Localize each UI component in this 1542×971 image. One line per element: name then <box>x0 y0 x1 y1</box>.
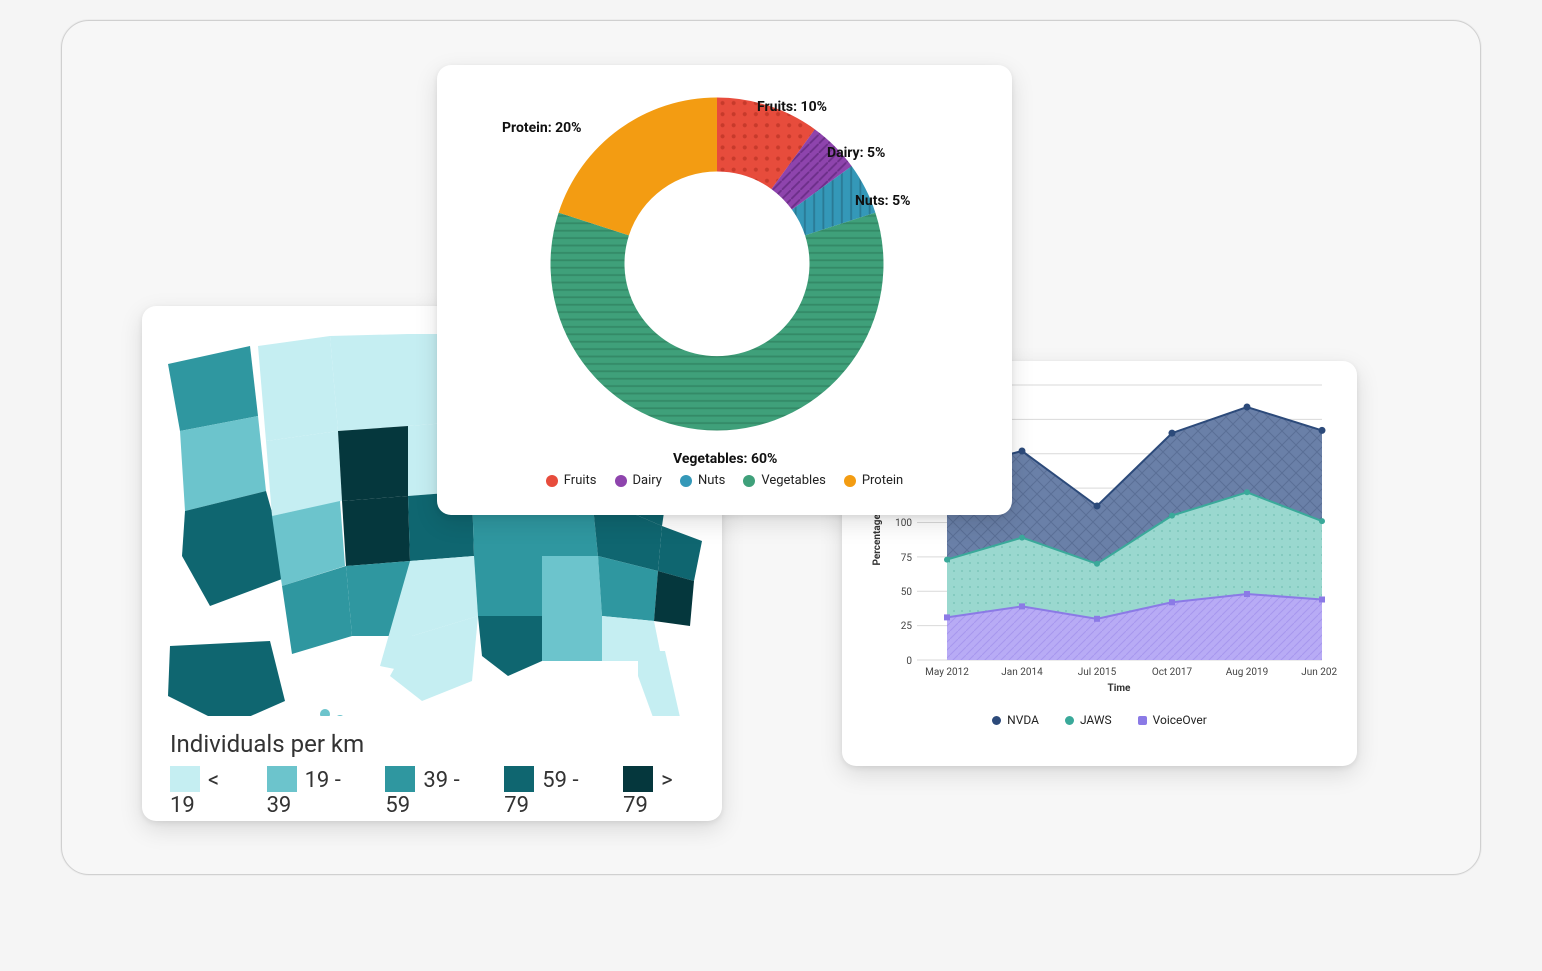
svg-text:25: 25 <box>901 621 913 632</box>
legend-dairy: Dairy <box>615 473 662 488</box>
svg-text:75: 75 <box>901 553 913 564</box>
legend-nuts: Nuts <box>680 473 725 488</box>
map-legend: Individuals per km < 19 19 - 39 39 - 59 … <box>142 720 722 836</box>
svg-text:Jan 2014: Jan 2014 <box>1001 667 1043 678</box>
donut-chart-card: Protein: 20% Fruits: 10% Dairy: 5% Nuts:… <box>437 65 1012 515</box>
legend-bin-0: < 19 <box>170 766 241 818</box>
canvas: Individuals per km < 19 19 - 39 39 - 59 … <box>61 20 1481 875</box>
donut-chart <box>532 79 902 449</box>
label-dairy: Dairy: 5% <box>827 145 885 161</box>
legend-jaws: JAWS <box>1065 713 1112 727</box>
svg-text:May 2012: May 2012 <box>925 667 969 678</box>
legend-bin-4: > 79 <box>623 766 694 818</box>
legend-bin-2: 39 - 59 <box>385 766 478 818</box>
slice-protein <box>559 98 717 236</box>
legend-fruits: Fruits <box>546 473 597 488</box>
svg-text:Jul 2015: Jul 2015 <box>1078 667 1117 678</box>
legend-vegetables: Vegetables <box>743 473 825 488</box>
svg-text:100: 100 <box>895 518 912 529</box>
label-nuts: Nuts: 5% <box>855 193 910 209</box>
legend-nvda: NVDA <box>992 713 1039 727</box>
legend-bin-1: 19 - 39 <box>267 766 360 818</box>
slice-vegetables <box>551 213 884 431</box>
map-legend-title: Individuals per km <box>170 730 694 758</box>
legend-voiceover: VoiceOver <box>1138 713 1207 727</box>
x-axis-label: Time <box>1108 683 1132 694</box>
legend-protein: Protein <box>844 473 903 488</box>
svg-text:Oct 2017: Oct 2017 <box>1152 667 1193 678</box>
svg-text:0: 0 <box>906 656 912 667</box>
legend-bin-3: 59 - 79 <box>504 766 597 818</box>
svg-text:Aug 2019: Aug 2019 <box>1226 667 1269 678</box>
area-legend: NVDA JAWS VoiceOver <box>842 707 1357 739</box>
label-vegetables: Vegetables: 60% <box>673 451 777 467</box>
donut-legend: Fruits Dairy Nuts Vegetables Protein <box>437 465 1012 496</box>
svg-text:50: 50 <box>901 587 913 598</box>
label-fruits: Fruits: 10% <box>757 99 827 115</box>
svg-text:Jun 2021: Jun 2021 <box>1301 667 1337 678</box>
label-protein: Protein: 20% <box>502 120 582 136</box>
